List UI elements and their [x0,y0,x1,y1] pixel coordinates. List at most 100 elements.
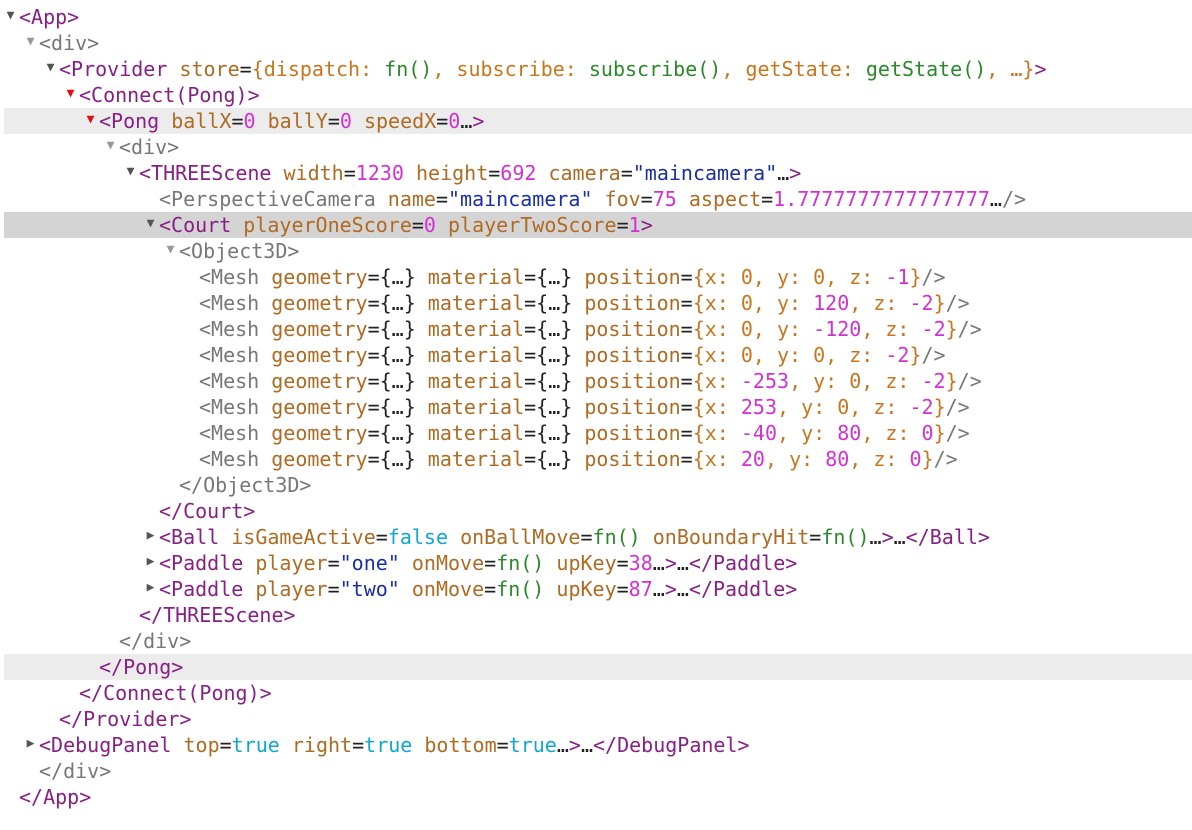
tree-row-debugpanel-collapsed[interactable]: ▶ <DebugPanel top=true right=true bottom=… [0,732,1192,758]
tree-row-mesh-row[interactable]: ▼<Mesh geometry={…} material={…} positio… [0,368,1192,394]
token: position [584,369,681,393]
collapsed-triangle-icon[interactable]: ▶ [142,550,159,575]
tree-row-object3d-open[interactable]: ▼ <Object3D> [0,238,1192,264]
token: {…} [536,317,573,341]
token: 0 [339,109,352,133]
token: name [387,187,436,211]
expand-triangle-icon[interactable]: ▼ [22,30,39,55]
token: = [435,187,448,211]
tree-row-div-inner-open[interactable]: ▼ <div> [0,134,1192,160]
tree-row-perspective-camera[interactable]: ▼<PerspectiveCamera name="maincamera" fo… [0,186,1192,212]
token: , z: [861,421,922,445]
token: = [524,395,537,419]
expand-triangle-icon[interactable]: ▼ [2,4,19,29]
tree-row-div-close[interactable]: ▼</div> [0,758,1192,784]
tree-row-connect-close[interactable]: ▼</Connect(Pong)> [0,680,1192,706]
token: } [945,317,958,341]
token: , [721,57,746,81]
token: , y: [764,447,826,471]
tree-row-app-open[interactable]: ▼ <App> [0,4,1192,30]
tree-row-mesh-row[interactable]: ▼<Mesh geometry={…} material={…} positio… [0,316,1192,342]
token: material [427,395,525,419]
collapsed-triangle-icon[interactable]: ▶ [22,732,39,757]
token: {x: [692,395,741,419]
tree-row-provider-open[interactable]: ▼ <Provider store={dispatch: fn(), subscr… [0,56,1192,82]
tree-row-connect-open[interactable]: ▼ <Connect(Pong)> [0,82,1192,108]
token: <Paddle [159,577,256,601]
token: {…} [379,395,416,419]
tree-row-div-inner-close[interactable]: ▼</div> [0,628,1192,654]
token: } [945,369,958,393]
token: = [580,525,593,549]
tree-row-object3d-close[interactable]: ▼</Object3D> [0,472,1192,498]
expand-triangle-icon[interactable]: ▼ [42,56,59,81]
token: </App> [19,785,92,809]
token: , y: 0, z: [777,395,910,419]
token: player [255,551,328,575]
token: "one" [339,551,400,575]
token: <Mesh [199,317,272,341]
tree-row-app-close[interactable]: ▼</App> [0,784,1192,810]
token: , y: [777,421,838,445]
token: upKey [556,551,617,575]
collapsed-triangle-icon[interactable]: ▶ [142,524,159,549]
token: <DebugPanel [39,733,184,757]
token: {…} [379,343,416,367]
tree-row-mesh-row[interactable]: ▼<Mesh geometry={…} material={…} positio… [0,446,1192,472]
token: = [367,317,380,341]
tree-row-threescene-close[interactable]: ▼</THREEScene> [0,602,1192,628]
tree-row-mesh-row[interactable]: ▼<Mesh geometry={…} material={…} positio… [0,420,1192,446]
tree-row-paddle-two-collapsed[interactable]: ▶ <Paddle player="two" onMove=fn() upKey=… [0,576,1192,602]
token: <Court [159,213,244,237]
token: playerTwoScore [448,213,617,237]
token: {x: 0, y: [692,317,814,341]
expand-triangle-icon[interactable]: ▼ [102,134,119,159]
token: > [1034,57,1047,81]
token: geometry [271,421,368,445]
token: "two" [339,577,400,601]
token: : [841,57,866,81]
token: {…} [536,265,573,289]
tree-row-div-open[interactable]: ▼ <div> [0,30,1192,56]
tree-row-pong-open[interactable]: ▼ <Pong ballX=0 ballY=0 speedX=0…> [4,108,1192,134]
token: … [777,161,790,185]
expand-triangle-icon[interactable]: ▼ [142,212,159,237]
tree-row-mesh-row[interactable]: ▼<Mesh geometry={…} material={…} positio… [0,394,1192,420]
token: = [367,343,380,367]
token: <Pong [99,109,172,133]
token: "maincamera" [632,161,778,185]
token: <Mesh [199,421,272,445]
expand-triangle-icon[interactable]: ▼ [62,82,79,107]
expand-triangle-icon[interactable]: ▼ [122,160,139,185]
token: 80 [837,421,862,445]
token: <Mesh [199,291,272,315]
token: = [411,213,424,237]
token: true [231,733,280,757]
token: = [524,265,537,289]
tree-row-provider-close[interactable]: ▼</Provider> [0,706,1192,732]
token: /> [921,343,946,367]
tree-row-paddle-one-collapsed[interactable]: ▶ <Paddle player="one" onMove=fn() upKey=… [0,550,1192,576]
tree-row-threescene-open[interactable]: ▼ <THREEScene width=1230 height=692 camer… [0,160,1192,186]
collapsed-triangle-icon[interactable]: ▶ [142,576,159,601]
tree-row-court-close[interactable]: ▼</Court> [0,498,1192,524]
tree-row-court-open[interactable]: ▼ <Court playerOneScore=0 playerTwoScore=… [4,212,1192,238]
tree-row-pong-close[interactable]: ▼</Pong> [4,654,1192,680]
token: -253 [740,369,790,393]
token: </Pong> [99,655,184,679]
token: 0 [423,213,436,237]
token: <div> [39,31,100,55]
token: = [680,395,693,419]
expand-triangle-icon[interactable]: ▼ [82,108,99,133]
tree-row-ball-collapsed[interactable]: ▶ <Ball isGameActive=false onBallMove=fn(… [0,524,1192,550]
tree-row-mesh-row[interactable]: ▼<Mesh geometry={…} material={…} positio… [0,264,1192,290]
tree-row-mesh-row[interactable]: ▼<Mesh geometry={…} material={…} positio… [0,290,1192,316]
token: = [488,161,501,185]
expand-triangle-icon[interactable]: ▼ [162,238,179,263]
tree-row-mesh-row[interactable]: ▼<Mesh geometry={…} material={…} positio… [0,342,1192,368]
